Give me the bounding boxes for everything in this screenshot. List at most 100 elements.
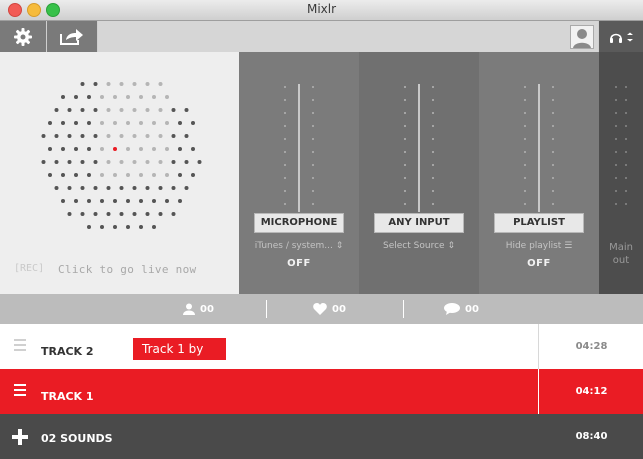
- fader-tick: [432, 203, 434, 205]
- broadcast-dot: [165, 199, 169, 203]
- title-bar: Mixlr: [0, 0, 643, 21]
- track-title: TRACK 2: [41, 345, 94, 358]
- track-row-active[interactable]: TRACK 1 04:12: [0, 369, 643, 414]
- broadcast-dot: [67, 160, 72, 164]
- any-input-button[interactable]: ANY INPUT: [374, 213, 464, 233]
- fader-tick: [404, 164, 406, 166]
- microphone-source-select[interactable]: iTunes / system... ⇕: [239, 241, 359, 251]
- user-avatar-icon: [570, 24, 594, 49]
- broadcast-dots-icon: [41, 82, 202, 229]
- broadcast-dot: [93, 186, 98, 190]
- broadcast-dot: [93, 82, 98, 86]
- broadcast-dot: [145, 212, 150, 216]
- meter-tick: [615, 164, 617, 166]
- fader-tick: [312, 164, 314, 166]
- profile-button[interactable]: [566, 21, 598, 52]
- meter-tick: [615, 112, 617, 114]
- fader-tick: [284, 99, 286, 101]
- playlist-button[interactable]: PLAYLIST: [494, 213, 584, 233]
- broadcast-dot: [119, 134, 124, 138]
- broadcast-dot: [67, 134, 72, 138]
- meter-tick: [615, 203, 617, 205]
- row-divider: [538, 369, 539, 414]
- comments-count: 00: [465, 303, 479, 315]
- share-icon: [60, 28, 83, 45]
- broadcast-dot: [48, 121, 52, 125]
- broadcast-dot: [139, 225, 143, 229]
- playlist-state[interactable]: OFF: [479, 258, 599, 269]
- broadcast-dot: [165, 147, 169, 151]
- microphone-button[interactable]: MICROPHONE: [254, 213, 344, 233]
- broadcast-dot: [158, 160, 163, 164]
- fader-tick: [284, 86, 286, 88]
- chevron-updown-icon: ⇕: [447, 241, 455, 251]
- broadcast-dot: [139, 121, 143, 125]
- channel-main-out: Main out: [599, 52, 643, 294]
- broadcast-dot: [61, 173, 65, 177]
- broadcast-dot: [41, 160, 46, 164]
- meter-tick: [625, 138, 627, 140]
- broadcast-dot: [139, 173, 143, 177]
- drag-handle-icon[interactable]: [14, 384, 26, 399]
- fader-tick: [404, 99, 406, 101]
- fader-tick: [524, 138, 526, 140]
- meter-tick: [615, 99, 617, 101]
- broadcast-dot: [152, 173, 156, 177]
- meter-tick: [615, 190, 617, 192]
- settings-button[interactable]: [0, 21, 46, 52]
- microphone-state[interactable]: OFF: [239, 258, 359, 269]
- input-source-select[interactable]: Select Source ⇕: [359, 241, 479, 251]
- broadcast-dot: [145, 134, 150, 138]
- broadcast-dot: [158, 212, 163, 216]
- broadcast-dot: [87, 95, 91, 99]
- headphones-menu-button[interactable]: [599, 21, 643, 52]
- broadcast-dot: [61, 199, 65, 203]
- broadcast-dot: [126, 199, 130, 203]
- broadcast-dot: [48, 173, 52, 177]
- broadcast-dot: [74, 95, 78, 99]
- broadcast-dot: [158, 108, 163, 112]
- broadcast-dot: [126, 173, 130, 177]
- fader-track[interactable]: [239, 74, 359, 224]
- broadcast-dot: [80, 186, 85, 190]
- fader-tick: [284, 125, 286, 127]
- broadcast-dot: [67, 212, 72, 216]
- fader-track[interactable]: [479, 74, 599, 224]
- broadcast-dot: [171, 134, 176, 138]
- fader-track[interactable]: [359, 74, 479, 224]
- fader-line: [298, 84, 300, 212]
- broadcast-dot: [184, 134, 189, 138]
- fader-tick: [552, 164, 554, 166]
- broadcast-dot: [80, 108, 85, 112]
- rec-label: [REC]: [14, 263, 45, 274]
- sounds-duration: 08:40: [575, 431, 608, 442]
- go-live-pad[interactable]: [REC] Click to go live now: [0, 52, 239, 294]
- broadcast-dot: [54, 108, 59, 112]
- meter-tick: [615, 125, 617, 127]
- broadcast-dot: [61, 147, 65, 151]
- share-button[interactable]: [47, 21, 97, 52]
- fader-tick: [524, 125, 526, 127]
- drag-handle-icon[interactable]: [14, 339, 26, 354]
- heart-icon: [313, 303, 327, 315]
- broadcast-dot: [178, 121, 182, 125]
- broadcast-dot: [145, 108, 150, 112]
- broadcast-dot: [158, 186, 163, 190]
- sounds-row[interactable]: 02 SOUNDS 08:40: [0, 414, 643, 459]
- hide-playlist-toggle[interactable]: Hide playlist ☰: [479, 241, 599, 251]
- broadcast-dot: [145, 82, 150, 86]
- broadcast-dot: [100, 147, 104, 151]
- fader-tick: [552, 86, 554, 88]
- broadcast-dot: [119, 108, 124, 112]
- plus-icon[interactable]: [12, 429, 28, 445]
- fader-tick: [552, 125, 554, 127]
- fader-tick: [552, 203, 554, 205]
- fader-tick: [312, 177, 314, 179]
- meter-tick: [625, 190, 627, 192]
- broadcast-dot: [54, 186, 59, 190]
- fader-tick: [552, 138, 554, 140]
- broadcast-dot: [165, 95, 169, 99]
- broadcast-dot: [165, 121, 169, 125]
- track-row[interactable]: TRACK 2 04:28: [0, 324, 643, 370]
- broadcast-dot: [119, 82, 124, 86]
